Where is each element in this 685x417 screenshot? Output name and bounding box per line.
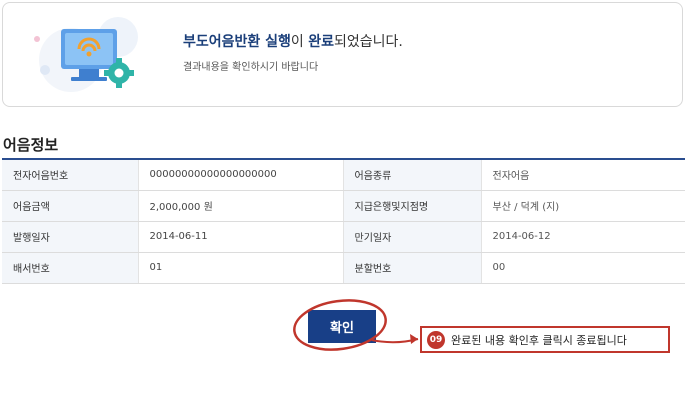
monitor-settings-icon [34, 17, 138, 92]
result-title-particle: 이 [290, 34, 309, 50]
result-panel: 부도어음반환 실행이 완료되었습니다. 결과내용을 확인하시기 바랍니다 [2, 2, 683, 107]
confirm-button[interactable]: 확인 [308, 310, 376, 343]
row-value: 01 [137, 252, 343, 284]
row-label: 배서번호 [2, 252, 138, 284]
result-title-action: 부도어음반환 실행 [183, 34, 291, 50]
callout-text: 완료된 내용 확인후 클릭시 종료됩니다 [451, 333, 627, 347]
row-value: 2,000,000 원 [137, 190, 343, 222]
row-label: 발행일자 [2, 221, 138, 253]
result-message: 부도어음반환 실행이 완료되었습니다. [183, 31, 403, 51]
row-label: 분할번호 [342, 252, 481, 284]
result-title-status: 완료 [308, 34, 335, 50]
result-subtitle: 결과내용을 확인하시기 바랍니다 [183, 62, 319, 73]
arrow-head-icon [410, 334, 418, 344]
result-title-suffix: 되었습니다. [334, 34, 403, 50]
table-row: 어음금액 2,000,000 원 지급은행및지점명 부산 / 덕계 (지) [2, 190, 685, 222]
row-value: 부산 / 덕계 (지) [480, 190, 685, 222]
bill-info-table: 전자어음번호 00000000000000000000 어음종류 전자어음 어음… [2, 158, 685, 284]
row-label: 전자어음번호 [2, 159, 138, 191]
section-title: 어음정보 [3, 136, 59, 154]
callout-arrow [371, 338, 419, 344]
row-label: 어음금액 [2, 190, 138, 222]
row-value: 2014-06-12 [480, 221, 685, 253]
table-row: 발행일자 2014-06-11 만기일자 2014-06-12 [2, 221, 685, 253]
instruction-callout: 09 완료된 내용 확인후 클릭시 종료됩니다 [420, 326, 670, 353]
row-value: 전자어음 [480, 159, 685, 191]
step-number-badge: 09 [427, 330, 445, 349]
table-row: 배서번호 01 분할번호 00 [2, 252, 685, 284]
row-label: 지급은행및지점명 [342, 190, 481, 222]
row-value: 2014-06-11 [137, 221, 343, 253]
row-value: 00 [480, 252, 685, 284]
table-row: 전자어음번호 00000000000000000000 어음종류 전자어음 [2, 159, 685, 191]
row-label: 어음종류 [342, 159, 481, 191]
row-label: 만기일자 [342, 221, 481, 253]
row-value: 00000000000000000000 [137, 159, 343, 191]
